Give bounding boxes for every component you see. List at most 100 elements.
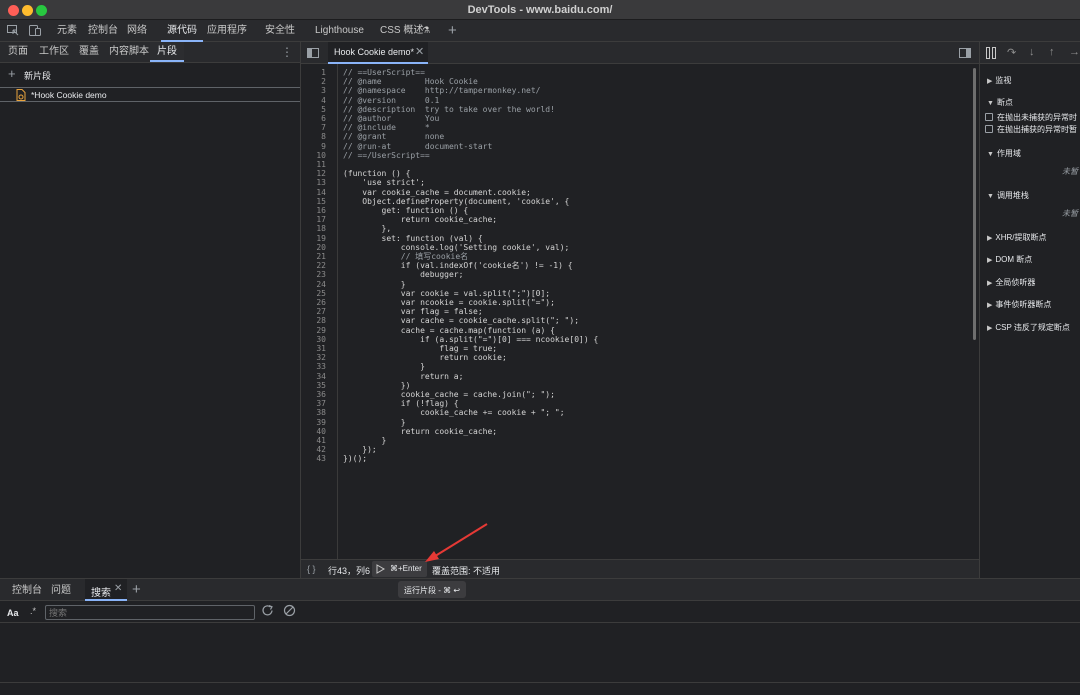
code-line[interactable]: flag = true; — [343, 344, 497, 353]
pause-on-caught-checkbox[interactable]: 在抛出捕获的异常时暂 — [985, 124, 1077, 135]
drawer-tab-search[interactable]: 搜索 ✕ — [85, 579, 127, 601]
search-input[interactable] — [45, 605, 255, 620]
code-line[interactable]: var flag = false; — [343, 307, 483, 316]
debugger-section[interactable]: ▼ 断点 — [987, 97, 1013, 108]
debugger-section[interactable]: ▶ 全局侦听器 — [987, 277, 1035, 288]
nav-tab-page[interactable]: 页面 — [8, 42, 28, 62]
code-line[interactable]: cookie_cache += cookie + "; "; — [343, 408, 565, 417]
debugger-section[interactable]: ▶ 事件侦听器断点 — [987, 299, 1051, 310]
close-tab-icon[interactable]: ✕ — [415, 45, 424, 58]
nav-tab-snippets[interactable]: 片段 — [150, 42, 184, 62]
pretty-print-button[interactable]: { } — [307, 564, 316, 574]
code-line[interactable]: }); — [343, 445, 376, 454]
code-line[interactable]: if (val.indexOf('cookie名') != -1) { — [343, 261, 573, 270]
code-line[interactable]: // @include * — [343, 123, 430, 132]
nav-tab-overrides[interactable]: 覆盖 — [79, 42, 99, 62]
code-line[interactable]: if (!flag) { — [343, 399, 459, 408]
debugger-section[interactable]: ▼ 调用堆栈 — [987, 190, 1029, 201]
code-line[interactable]: cache = cache.map(function (a) { — [343, 326, 555, 335]
nav-tab-filesystem[interactable]: 工作区 — [39, 42, 69, 62]
inspect-element-icon[interactable] — [7, 25, 19, 36]
code-line[interactable]: })(); — [343, 454, 367, 463]
toggle-navigator-icon[interactable] — [307, 48, 319, 58]
code-line[interactable]: debugger; — [343, 270, 463, 279]
clear-icon[interactable] — [283, 604, 296, 617]
refresh-icon[interactable] — [261, 604, 274, 617]
pause-on-uncaught-checkbox[interactable]: 在抛出未捕获的异常时 — [985, 112, 1077, 123]
add-drawer-tab-icon[interactable]: + — [132, 581, 141, 598]
pause-icon[interactable] — [986, 47, 996, 59]
match-case-toggle[interactable]: Aa — [7, 608, 19, 618]
regex-toggle[interactable]: .* — [30, 606, 36, 616]
code-line[interactable]: // @run-at document-start — [343, 142, 492, 151]
code-line[interactable]: } — [343, 362, 425, 371]
code-line[interactable]: var cookie = val.split(";")[0]; — [343, 289, 550, 298]
tab-application[interactable]: 应用程序 — [207, 20, 247, 42]
tab-lighthouse[interactable]: Lighthouse — [315, 20, 364, 42]
code-line[interactable]: (function () { — [343, 169, 410, 178]
code-line[interactable]: // @name Hook Cookie — [343, 77, 478, 86]
code-line[interactable]: }) — [343, 381, 411, 390]
tab-console[interactable]: 控制台 — [88, 20, 118, 42]
code-line[interactable]: } — [343, 280, 406, 289]
code-line[interactable]: return cookie_cache; — [343, 215, 497, 224]
step-over-icon[interactable]: ↷ — [1007, 46, 1016, 59]
code-line[interactable]: // 填写cookie名 — [343, 252, 468, 261]
snippet-item[interactable]: *Hook Cookie demo — [0, 87, 300, 102]
tab-security[interactable]: 安全性 — [265, 20, 295, 42]
code-line[interactable]: return cookie; — [343, 353, 506, 362]
code-editor[interactable]: // ==UserScript==// @name Hook Cookie// … — [301, 64, 971, 559]
code-line[interactable]: set: function (val) { — [343, 234, 483, 243]
code-line[interactable]: // @author You — [343, 114, 439, 123]
minimize-window-button[interactable] — [22, 5, 33, 16]
toggle-debugger-icon[interactable] — [959, 48, 971, 58]
debugger-section[interactable]: ▼ 作用域 — [987, 148, 1021, 159]
code-line[interactable]: var cache = cookie_cache.split("; "); — [343, 316, 579, 325]
drawer-tab-console[interactable]: 控制台 — [12, 581, 42, 601]
tab-sources[interactable]: 源代码 — [161, 20, 203, 42]
close-window-button[interactable] — [8, 5, 19, 16]
device-toolbar-icon[interactable] — [29, 25, 41, 36]
debugger-section[interactable]: ▶ XHR/提取断点 — [987, 232, 1047, 243]
debugger-section[interactable]: ▶ CSP 违反了规定断点 — [987, 322, 1070, 333]
add-tab-icon[interactable]: + — [448, 20, 457, 42]
code-line[interactable]: // @version 0.1 — [343, 96, 439, 105]
code-line[interactable]: // ==UserScript== — [343, 68, 425, 77]
step-icon[interactable]: → — [1069, 46, 1080, 58]
step-out-icon[interactable]: ↑ — [1049, 46, 1055, 58]
close-search-tab-icon[interactable]: ✕ — [114, 583, 122, 594]
code-line[interactable]: // @description try to take over the wor… — [343, 105, 555, 114]
code-line[interactable]: Object.defineProperty(document, 'cookie'… — [343, 197, 569, 206]
code-line[interactable]: return cookie_cache; — [343, 427, 497, 436]
drawer-tab-issues[interactable]: 问题 — [51, 581, 71, 601]
code-line[interactable]: cookie_cache = cache.join("; "); — [343, 390, 555, 399]
code-line[interactable]: if (a.split("=")[0] === ncookie[0]) { — [343, 335, 598, 344]
code-line[interactable]: } — [343, 436, 387, 445]
tab-network[interactable]: 网络 — [127, 20, 147, 42]
editor-tab-hook-cookie[interactable]: Hook Cookie demo* ✕ — [328, 42, 428, 64]
debugger-section[interactable]: ▶ DOM 断点 — [987, 254, 1032, 265]
zoom-window-button[interactable] — [36, 5, 47, 16]
code-line[interactable]: // @namespace http://tampermonkey.net/ — [343, 86, 540, 95]
run-snippet-button[interactable]: ⌘+Enter — [372, 561, 427, 577]
code-line[interactable]: get: function () { — [343, 206, 469, 215]
debugger-section[interactable]: ▶ 监视 — [987, 75, 1011, 86]
code-line[interactable]: }, — [343, 224, 392, 233]
code-line[interactable]: } — [343, 418, 406, 427]
editor-scrollbar[interactable] — [973, 68, 976, 340]
code-line[interactable]: 'use strict'; — [343, 178, 425, 187]
code-line[interactable]: console.log('Setting cookie', val); — [343, 243, 570, 252]
code-line[interactable]: var ncookie = cookie.split("="); — [343, 298, 555, 307]
code-line[interactable]: return a; — [343, 372, 463, 381]
step-into-icon[interactable]: ↓ — [1029, 46, 1035, 58]
nav-tab-content-scripts[interactable]: 内容脚本 — [109, 42, 149, 62]
new-snippet-button[interactable]: + 新片段 — [0, 66, 300, 84]
checkbox[interactable] — [985, 113, 993, 121]
code-line[interactable]: var cookie_cache = document.cookie; — [343, 188, 531, 197]
checkbox[interactable] — [985, 125, 993, 133]
more-options-icon[interactable]: ⋮ — [281, 42, 293, 62]
tab-css-overview[interactable]: CSS 概述 — [380, 20, 423, 42]
code-line[interactable]: // ==/UserScript== — [343, 151, 430, 160]
tab-elements[interactable]: 元素 — [57, 20, 77, 42]
code-line[interactable]: // @grant none — [343, 132, 444, 141]
